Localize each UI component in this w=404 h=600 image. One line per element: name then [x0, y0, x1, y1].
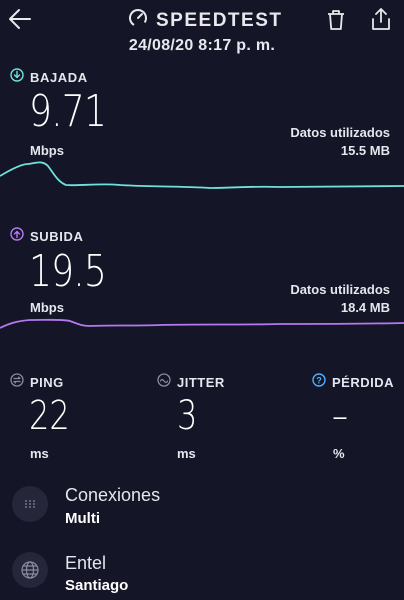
- loss-value: –: [332, 393, 348, 439]
- server-provider: Entel: [65, 553, 107, 573]
- jitter-title: JITTER: [177, 375, 225, 390]
- download-title: BAJADA: [30, 70, 88, 85]
- ping-unit: ms: [30, 446, 49, 461]
- server-location: Santiago: [65, 577, 129, 594]
- connections-icon: [12, 486, 48, 522]
- upload-title: SUBIDA: [30, 229, 84, 244]
- speedtest-brand: SPEEDTEST: [128, 8, 282, 33]
- upload-graph: [0, 318, 404, 329]
- app-title: SPEEDTEST: [156, 9, 283, 31]
- jitter-icon: [157, 373, 171, 392]
- download-speed: 9.71: [29, 86, 107, 137]
- jitter-value: 3: [177, 393, 198, 439]
- ping-value: 22: [29, 393, 70, 439]
- share-icon[interactable]: [370, 7, 392, 36]
- trash-icon[interactable]: [326, 9, 346, 36]
- back-arrow-icon[interactable]: [8, 8, 32, 35]
- speedometer-icon: [128, 8, 148, 33]
- upload-header: SUBIDA: [10, 227, 83, 246]
- ping-header: PING: [10, 373, 64, 392]
- loss-header[interactable]: ? PÉRDIDA: [312, 373, 394, 392]
- test-datetime: 24/08/20 8:17 p. m.: [128, 37, 276, 54]
- upload-speed: 19.5: [29, 246, 107, 297]
- loss-title: PÉRDIDA: [332, 375, 395, 390]
- loss-unit: %: [333, 446, 345, 461]
- download-header: BAJADA: [10, 68, 88, 87]
- download-graph: [0, 161, 404, 189]
- download-data-used-value: 15.5 MB: [340, 143, 390, 158]
- help-icon[interactable]: ?: [312, 373, 326, 392]
- ping-title: PING: [30, 375, 64, 390]
- globe-icon: [12, 552, 48, 588]
- ping-icon: [10, 373, 24, 392]
- download-arrow-icon: [10, 68, 24, 87]
- jitter-header: JITTER: [157, 373, 225, 392]
- download-unit: Mbps: [30, 143, 64, 158]
- svg-text:?: ?: [316, 375, 322, 385]
- connections-label: Conexiones: [65, 485, 161, 505]
- upload-data-used-label: Datos utilizados: [290, 282, 390, 297]
- download-data-used-label: Datos utilizados: [290, 125, 390, 140]
- connections-value: Multi: [65, 510, 100, 527]
- jitter-unit: ms: [177, 446, 196, 461]
- upload-arrow-icon: [10, 227, 24, 246]
